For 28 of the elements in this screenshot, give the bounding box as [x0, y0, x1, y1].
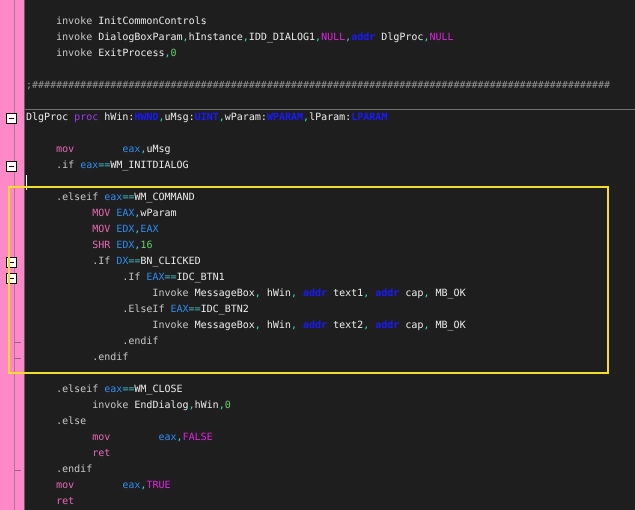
code-line: .ElseIf EAX==IDC_BTN2	[121, 303, 249, 317]
code-line: SHR EDX,16	[91, 239, 152, 253]
code-line: invoke InitCommonControls	[55, 15, 207, 29]
code-line: ret	[55, 495, 74, 509]
code-line: Invoke MessageBox, hWin, addr text1, addr cap, MB_OK	[151, 287, 466, 301]
code-line: ;################################################################################################	[25, 79, 610, 93]
collapse-icon[interactable]	[6, 112, 17, 124]
code-line: .elseif eax==WM_CLOSE	[55, 383, 183, 397]
code-line: ret	[91, 447, 110, 461]
code-line: invoke ExitProcess,0	[55, 47, 177, 61]
code-line: .if eax==WM_INITDIALOG	[55, 159, 189, 173]
code-line: .endif	[55, 463, 92, 477]
code-line: .endif	[121, 335, 158, 349]
code-line: .If EAX==IDC_BTN1	[121, 271, 225, 285]
code-line: .endif	[91, 351, 128, 365]
code-line: mov eax,FALSE	[91, 431, 213, 445]
code-line: mov eax,TRUE	[55, 479, 171, 493]
code-line: invoke DialogBoxParam,hInstance,IDD_DIALOG1,NULL,addr DlgProc,NULL	[55, 31, 454, 45]
code-line: MOV EAX,wParam	[91, 207, 177, 221]
code-line: MOV EDX,EAX	[91, 223, 158, 237]
collapse-icon[interactable]	[6, 160, 17, 172]
code-line: .else	[55, 415, 86, 429]
code-line: DlgProc proc hWin:HWND,uMsg:UINT,wParam:WPARAM,lParam:LPARAM	[25, 111, 388, 125]
code-line: .If DX==BN_CLICKED	[91, 255, 201, 269]
code-line: invoke EndDialog,hWin,0	[91, 399, 231, 413]
code-line: mov eax,uMsg	[55, 143, 171, 157]
code-line: .elseif eax==WM_COMMAND	[55, 191, 195, 205]
code-line: Invoke MessageBox, hWin, addr text2, addr cap, MB_OK	[151, 319, 466, 333]
